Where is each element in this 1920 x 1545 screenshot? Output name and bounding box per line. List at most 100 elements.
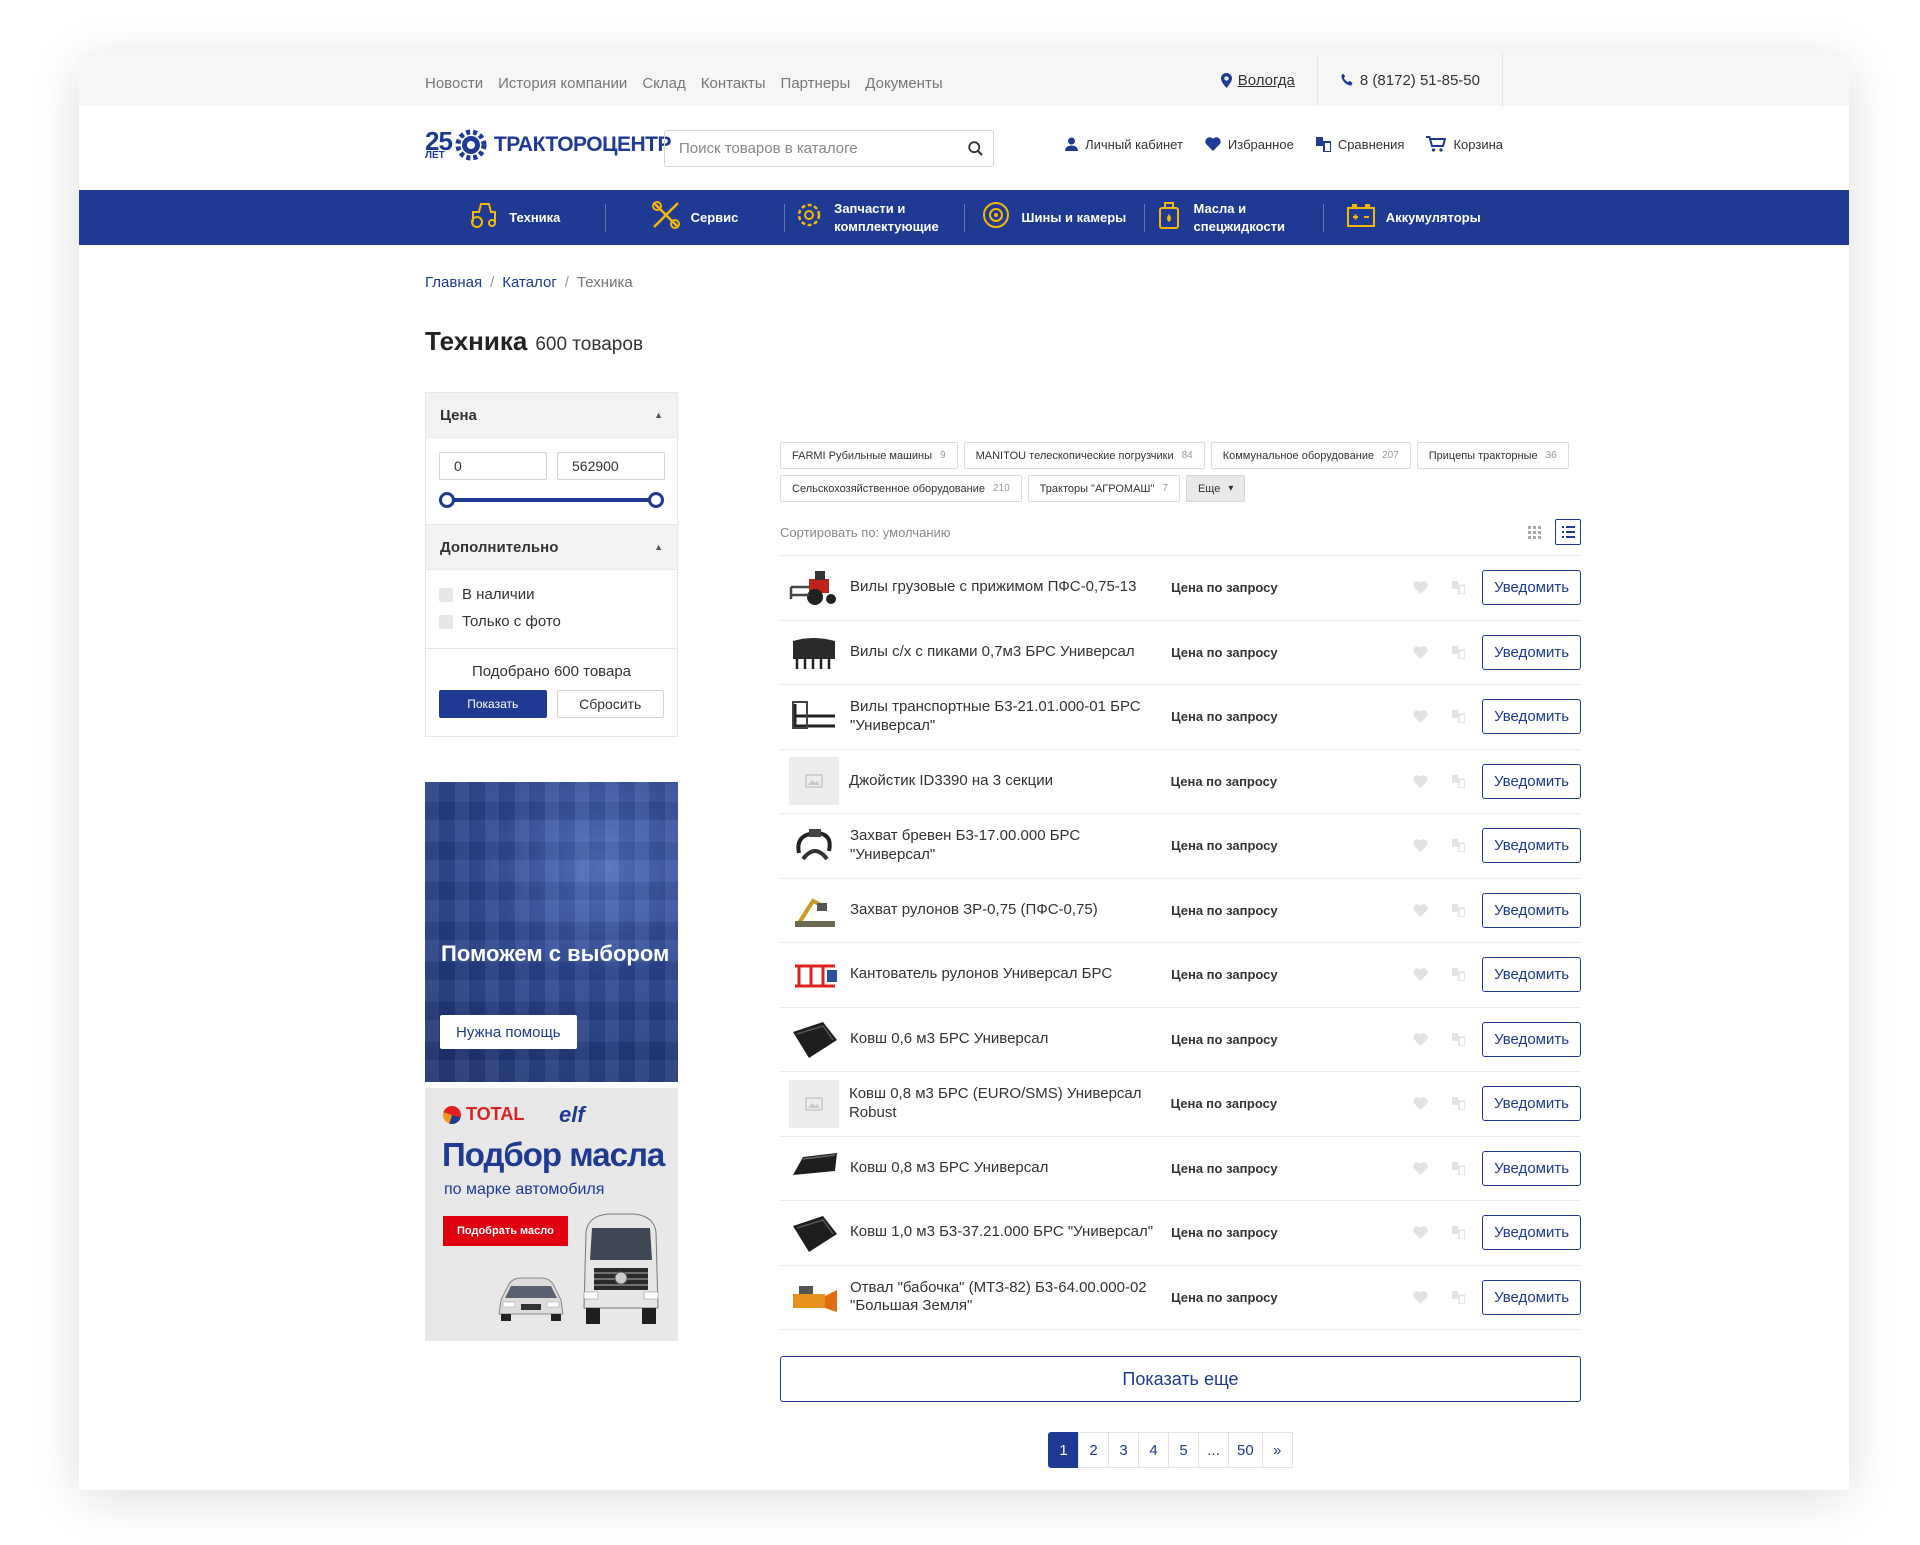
product-thumbnail[interactable] <box>789 1015 841 1063</box>
oil-banner[interactable]: TOTAL elf Подбор масла по марке автомоби… <box>425 1088 678 1341</box>
nav-item[interactable]: Запчасти и комплектующие <box>784 190 964 245</box>
product-name[interactable]: Вилы с/х с пиками 0,7м3 БРС Универсал <box>850 643 1163 662</box>
heart-icon[interactable] <box>1411 1290 1431 1304</box>
phone-link[interactable]: 8 (8172) 51-85-50 <box>1316 54 1503 106</box>
product-thumbnail[interactable] <box>789 1144 841 1192</box>
product-thumbnail[interactable] <box>789 1273 841 1321</box>
page-button[interactable]: 3 <box>1108 1432 1139 1468</box>
compare-link[interactable]: Сравнения <box>1315 136 1404 152</box>
compare-icon[interactable] <box>1449 645 1469 659</box>
heart-icon[interactable] <box>1411 1032 1431 1046</box>
checkbox-box[interactable] <box>439 614 453 629</box>
nav-item[interactable]: Аккумуляторы <box>1323 190 1503 245</box>
compare-icon[interactable] <box>1449 1161 1469 1175</box>
product-name[interactable]: Ковш 0,8 м3 БРС (EURO/SMS) Универсал Rob… <box>849 1085 1163 1123</box>
product-name[interactable]: Захват бревен Б3-17.00.000 БРС "Универса… <box>850 827 1163 865</box>
top-link[interactable]: Документы <box>865 75 942 92</box>
page-button[interactable]: 1 <box>1048 1432 1079 1468</box>
cart-link[interactable]: Корзина <box>1426 136 1503 152</box>
search-icon[interactable] <box>957 131 993 166</box>
price-section-header[interactable]: Цена ▲ <box>426 393 677 438</box>
checkbox-box[interactable] <box>439 587 453 602</box>
product-thumbnail[interactable] <box>789 564 841 612</box>
heart-icon[interactable] <box>1411 710 1431 724</box>
product-thumbnail[interactable] <box>789 886 841 934</box>
product-name[interactable]: Ковш 0,6 м3 БРС Универсал <box>850 1030 1163 1049</box>
page-button[interactable]: 4 <box>1138 1432 1169 1468</box>
sort-selector[interactable]: Сортировать по: умолчанию <box>780 525 951 540</box>
filter-show-button[interactable]: Показать <box>439 690 547 718</box>
notify-button[interactable]: Уведомить <box>1481 1086 1581 1122</box>
breadcrumb-catalog[interactable]: Каталог <box>502 274 557 291</box>
compare-icon[interactable] <box>1449 581 1469 595</box>
heart-icon[interactable] <box>1411 1226 1431 1240</box>
product-name[interactable]: Джойстик ID3390 на 3 секции <box>849 772 1163 791</box>
product-thumbnail[interactable] <box>789 822 841 870</box>
nav-item[interactable]: Техника <box>425 190 605 245</box>
nav-item[interactable]: Сервис <box>604 190 785 245</box>
list-view-button[interactable] <box>1555 519 1581 545</box>
show-more-button[interactable]: Показать еще <box>780 1356 1581 1402</box>
filter-reset-button[interactable]: Сбросить <box>556 690 664 718</box>
product-name[interactable]: Вилы транспортные Б3-21.01.000-01 БРС "У… <box>850 698 1163 736</box>
notify-button[interactable]: Уведомить <box>1482 828 1581 864</box>
top-link[interactable]: Контакты <box>701 75 766 92</box>
category-chip[interactable]: Сельскохозяйственное оборудование 210 <box>780 475 1022 502</box>
top-link[interactable]: Склад <box>642 75 685 92</box>
notify-button[interactable]: Уведомить <box>1482 1279 1581 1315</box>
price-max-input[interactable] <box>557 452 665 480</box>
extra-section-header[interactable]: Дополнительно ▲ <box>426 525 677 570</box>
chips-more-button[interactable]: Еще ▾ <box>1185 475 1246 502</box>
product-thumbnail[interactable] <box>789 1209 841 1257</box>
heart-icon[interactable] <box>1411 839 1431 853</box>
product-name[interactable]: Ковш 0,8 м3 БРС Универсал <box>850 1159 1163 1178</box>
product-name[interactable]: Вилы грузовые с прижимом ПФС-0,75-13 <box>850 578 1163 597</box>
heart-icon[interactable] <box>1411 1161 1431 1175</box>
heart-icon[interactable] <box>1411 968 1431 982</box>
search-input[interactable] <box>665 131 957 166</box>
product-thumbnail[interactable] <box>789 628 841 676</box>
help-banner[interactable]: Поможем с выбором Нужна помощь <box>425 782 678 1082</box>
help-banner-button[interactable]: Нужна помощь <box>440 1015 577 1049</box>
product-name[interactable]: Захват рулонов ЗР-0,75 (ПФС-0,75) <box>850 901 1163 920</box>
compare-icon[interactable] <box>1449 968 1469 982</box>
heart-icon[interactable] <box>1411 903 1431 917</box>
product-thumbnail[interactable] <box>789 951 841 999</box>
heart-icon[interactable] <box>1411 1097 1431 1111</box>
heart-icon[interactable] <box>1411 581 1431 595</box>
compare-icon[interactable] <box>1449 1226 1469 1240</box>
product-thumbnail[interactable] <box>789 693 841 741</box>
price-min-input[interactable] <box>439 452 547 480</box>
notify-button[interactable]: Уведомить <box>1482 699 1581 735</box>
page-button[interactable]: 50 <box>1228 1432 1263 1468</box>
product-name[interactable]: Отвал "бабочка" (МТЗ-82) Б3-64.00.000-02… <box>850 1279 1163 1317</box>
top-link[interactable]: История компании <box>498 75 627 92</box>
notify-button[interactable]: Уведомить <box>1482 1021 1581 1057</box>
product-thumbnail[interactable] <box>789 1079 840 1128</box>
compare-icon[interactable] <box>1449 839 1469 853</box>
page-button[interactable]: 5 <box>1168 1432 1199 1468</box>
compare-icon[interactable] <box>1449 710 1469 724</box>
product-thumbnail[interactable] <box>789 757 840 806</box>
product-name[interactable]: Кантователь рулонов Универсал БРС <box>850 965 1163 984</box>
notify-button[interactable]: Уведомить <box>1481 763 1581 799</box>
heart-icon[interactable] <box>1411 645 1431 659</box>
heart-icon[interactable] <box>1411 774 1431 788</box>
notify-button[interactable]: Уведомить <box>1482 1215 1581 1251</box>
notify-button[interactable]: Уведомить <box>1482 570 1581 606</box>
favorites-link[interactable]: Избранное <box>1205 136 1294 152</box>
compare-icon[interactable] <box>1448 1097 1468 1111</box>
category-chip[interactable]: Коммунальное оборудование 207 <box>1210 442 1411 469</box>
compare-icon[interactable] <box>1449 903 1469 917</box>
notify-button[interactable]: Уведомить <box>1482 892 1581 928</box>
photo-only-checkbox[interactable]: Только с фото <box>439 613 664 630</box>
compare-icon[interactable] <box>1449 1032 1469 1046</box>
category-chip[interactable]: MANITOU телескопические погрузчики 84 <box>963 442 1205 469</box>
notify-button[interactable]: Уведомить <box>1482 1150 1581 1186</box>
notify-button[interactable]: Уведомить <box>1482 957 1581 993</box>
price-slider-min-handle[interactable] <box>439 492 455 508</box>
logo[interactable]: 25 ЛЕТ ТРАКТОРОЦЕНТР <box>425 128 671 162</box>
account-link[interactable]: Личный кабинет <box>1065 136 1183 152</box>
price-slider-max-handle[interactable] <box>648 492 664 508</box>
top-link[interactable]: Новости <box>425 75 483 92</box>
